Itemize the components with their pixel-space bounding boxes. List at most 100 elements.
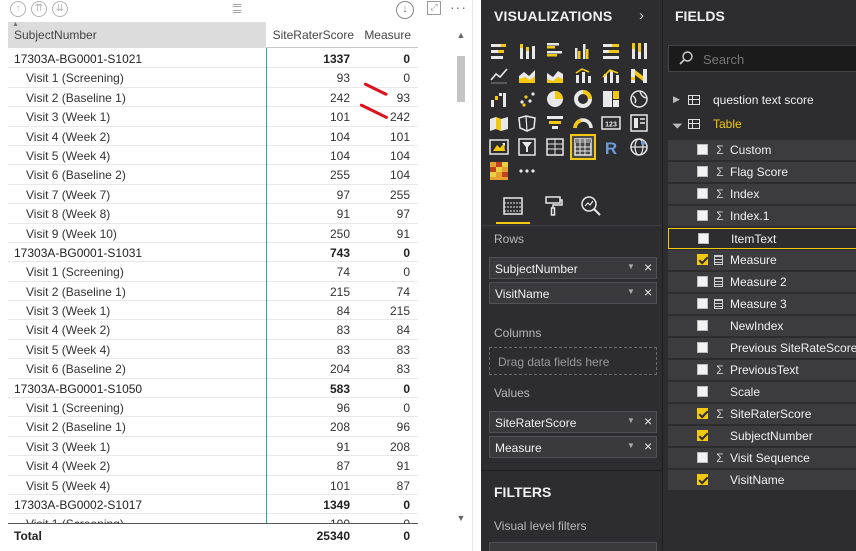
field-item-subjectnumber[interactable]: SubjectNumber bbox=[668, 426, 856, 447]
matrix-visit-row[interactable]: Visit 6 (Baseline 2) 204 83 bbox=[8, 359, 418, 379]
field-checkbox[interactable] bbox=[697, 364, 708, 375]
field-checkbox[interactable] bbox=[697, 298, 708, 309]
pie-chart-icon[interactable] bbox=[544, 88, 566, 110]
matrix-visit-row[interactable]: Visit 3 (Week 1) 101 242 bbox=[8, 107, 418, 127]
card-icon[interactable]: 123 bbox=[600, 112, 622, 134]
remove-field-icon[interactable]: × bbox=[644, 259, 652, 275]
rows-well-field-subjectnumber[interactable]: SubjectNumber ▼ × bbox=[489, 257, 657, 279]
matrix-subject-row[interactable]: 17303A-BG0001-S1031 743 0 bbox=[8, 243, 418, 263]
line-and-column-chart-icon[interactable] bbox=[572, 64, 594, 86]
filled-map-icon[interactable] bbox=[488, 112, 510, 134]
100-stacked-column-icon[interactable] bbox=[628, 40, 650, 62]
remove-field-icon[interactable]: × bbox=[644, 284, 652, 300]
matrix-visit-row[interactable]: Visit 1 (Screening) 96 0 bbox=[8, 398, 418, 418]
donut-chart-icon[interactable] bbox=[572, 88, 594, 110]
stacked-column-chart-icon[interactable] bbox=[516, 40, 538, 62]
matrix-visit-row[interactable]: Visit 1 (Screening) 74 0 bbox=[8, 262, 418, 282]
table-visual-icon[interactable] bbox=[544, 136, 566, 158]
expand-all-down-icon[interactable]: ⇊ bbox=[52, 1, 68, 17]
field-item-newindex[interactable]: NewIndex bbox=[668, 316, 856, 337]
field-item-itemtext[interactable]: ItemText bbox=[668, 228, 856, 249]
stacked-area-chart-icon[interactable] bbox=[544, 64, 566, 86]
field-checkbox[interactable] bbox=[697, 188, 708, 199]
matrix-visit-row[interactable]: Visit 5 (Week 4) 101 87 bbox=[8, 476, 418, 495]
matrix-visit-row[interactable]: Visit 5 (Week 4) 83 83 bbox=[8, 340, 418, 360]
shape-map-icon[interactable] bbox=[516, 112, 538, 134]
field-item-visit-sequence[interactable]: Σ Visit Sequence bbox=[668, 448, 856, 469]
field-item-previoustext[interactable]: Σ PreviousText bbox=[668, 360, 856, 381]
format-paint-roller-icon[interactable] bbox=[541, 194, 565, 218]
multi-row-card-icon[interactable] bbox=[628, 112, 650, 134]
matrix-visit-row[interactable]: Visit 3 (Week 1) 91 208 bbox=[8, 437, 418, 457]
matrix-visit-row[interactable]: Visit 9 (Week 10) 250 91 bbox=[8, 224, 418, 243]
field-item-previous-siteratescore[interactable]: Previous SiteRateScore bbox=[668, 338, 856, 359]
area-chart-icon[interactable] bbox=[516, 64, 538, 86]
100-stacked-bar-icon[interactable] bbox=[600, 40, 622, 62]
matrix-visual-icon[interactable] bbox=[570, 134, 596, 160]
matrix-visit-row[interactable]: Visit 5 (Week 4) 104 104 bbox=[8, 146, 418, 166]
drag-handle-icon[interactable]: ═ ═ bbox=[229, 0, 245, 17]
search-input[interactable] bbox=[703, 51, 853, 67]
drill-down-icon[interactable]: ↓ bbox=[396, 1, 414, 19]
visual-level-filters-well[interactable] bbox=[489, 542, 657, 551]
column-header-subjectnumber[interactable]: ▲ SubjectNumber bbox=[8, 22, 266, 48]
field-item-siteraterscore[interactable]: Σ SiteRaterScore bbox=[668, 404, 856, 425]
treemap-icon[interactable] bbox=[600, 88, 622, 110]
field-checkbox[interactable] bbox=[697, 210, 708, 221]
field-checkbox[interactable] bbox=[697, 166, 708, 177]
remove-field-icon[interactable]: × bbox=[644, 413, 652, 429]
field-checkbox[interactable] bbox=[698, 233, 709, 244]
analytics-magnifier-icon[interactable] bbox=[579, 194, 603, 218]
table-node-question-text-score[interactable]: ▶ question text score bbox=[671, 91, 851, 111]
matrix-subject-row[interactable]: 17303A-BG0002-S1017 1349 0 bbox=[8, 495, 418, 515]
field-item-custom[interactable]: Σ Custom bbox=[668, 140, 856, 161]
matrix-visit-row[interactable]: Visit 2 (Baseline 1) 242 93 bbox=[8, 88, 418, 108]
waterfall-chart-icon[interactable] bbox=[488, 88, 510, 110]
scroll-down-icon[interactable]: ▼ bbox=[456, 513, 466, 523]
clustered-bar-chart-icon[interactable] bbox=[544, 40, 566, 62]
field-item-index[interactable]: Σ Index bbox=[668, 184, 856, 205]
columns-drop-zone[interactable]: Drag data fields here bbox=[489, 347, 657, 375]
field-item-index-1[interactable]: Σ Index.1 bbox=[668, 206, 856, 227]
r-script-visual-icon[interactable]: R bbox=[600, 136, 622, 158]
expand-arrow-icon[interactable]: ▶ bbox=[673, 94, 680, 105]
matrix-visit-row[interactable]: Visit 2 (Baseline 1) 208 96 bbox=[8, 417, 418, 437]
matrix-subject-row[interactable]: 17303A-BG0001-S1021 1337 0 bbox=[8, 49, 418, 69]
scrollbar-thumb[interactable] bbox=[457, 56, 465, 102]
go-to-next-level-icon[interactable]: ⇈ bbox=[31, 1, 47, 17]
field-checkbox[interactable] bbox=[697, 452, 708, 463]
focus-mode-icon[interactable]: ⤢ bbox=[427, 1, 441, 15]
clustered-column-chart-icon[interactable] bbox=[572, 40, 594, 62]
field-item-measure-2[interactable]: Measure 2 bbox=[668, 272, 856, 293]
fields-tab-icon[interactable] bbox=[501, 194, 525, 218]
chevron-right-icon[interactable]: › bbox=[639, 7, 644, 24]
field-item-measure[interactable]: Measure bbox=[668, 250, 856, 271]
field-item-measure-3[interactable]: Measure 3 bbox=[668, 294, 856, 315]
field-checkbox[interactable] bbox=[697, 342, 708, 353]
field-checkbox[interactable] bbox=[697, 254, 708, 265]
matrix-visit-row[interactable]: Visit 4 (Week 2) 83 84 bbox=[8, 320, 418, 340]
field-item-visitname[interactable]: VisitName bbox=[668, 470, 856, 491]
field-checkbox[interactable] bbox=[697, 430, 708, 441]
column-header-siteraterscore[interactable]: SiteRaterScore bbox=[266, 22, 358, 48]
matrix-visit-row[interactable]: Visit 4 (Week 2) 87 91 bbox=[8, 456, 418, 476]
field-checkbox[interactable] bbox=[697, 386, 708, 397]
scatter-chart-icon[interactable] bbox=[516, 88, 538, 110]
field-checkbox[interactable] bbox=[697, 474, 708, 485]
gauge-icon[interactable] bbox=[572, 112, 594, 134]
matrix-visual[interactable]: ↑ ⇈ ⇊ ═ ═ ↓ ⤢ ··· ▲ SubjectNumber SiteRat… bbox=[0, 0, 473, 551]
chevron-down-icon[interactable]: ▼ bbox=[627, 416, 635, 425]
collapse-arrow-icon[interactable]: ◢ bbox=[671, 117, 684, 130]
custom-visual-heatmap-icon[interactable] bbox=[488, 160, 510, 182]
table-node-table[interactable]: ◢ Table bbox=[671, 115, 851, 135]
more-options-icon[interactable]: ··· bbox=[450, 0, 467, 15]
ribbon-chart-icon[interactable] bbox=[628, 64, 650, 86]
values-well-field-siteraterscore[interactable]: SiteRaterScore ▼ × bbox=[489, 411, 657, 433]
line-chart-icon[interactable] bbox=[488, 64, 510, 86]
matrix-visit-row[interactable]: Visit 1 (Screening) 93 0 bbox=[8, 68, 418, 88]
matrix-visit-row[interactable]: Visit 6 (Baseline 2) 255 104 bbox=[8, 165, 418, 185]
matrix-vertical-scrollbar[interactable]: ▲ ▼ bbox=[455, 30, 467, 527]
field-item-flag-score[interactable]: Σ Flag Score bbox=[668, 162, 856, 183]
map-icon[interactable] bbox=[628, 88, 650, 110]
slicer-icon[interactable] bbox=[516, 136, 538, 158]
